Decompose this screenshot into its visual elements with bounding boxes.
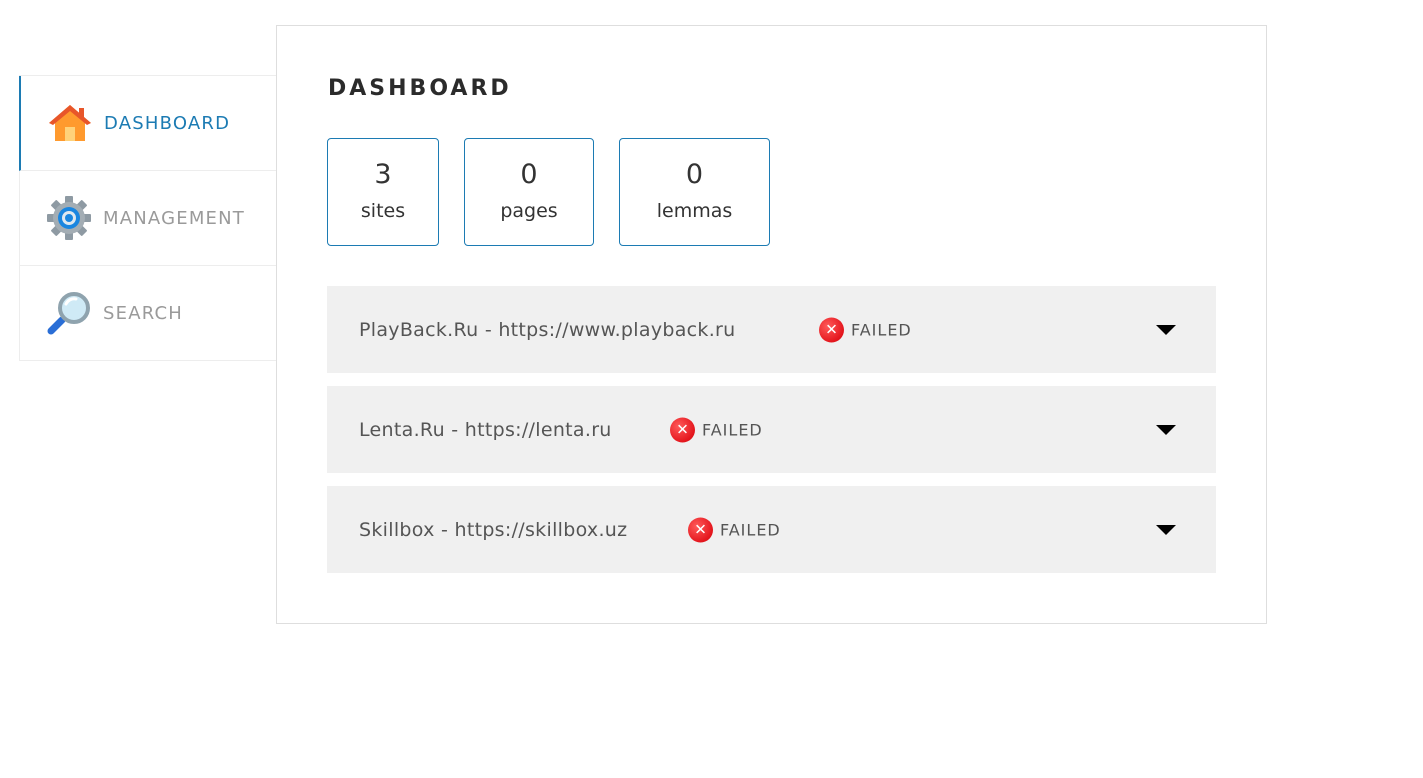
stat-value: 0 [685, 159, 704, 190]
sidebar-item-label: SEARCH [103, 302, 184, 324]
status-badge: ✕ FAILED [688, 517, 781, 542]
chevron-down-icon[interactable] [1156, 424, 1176, 435]
sidebar-nav: DASHBOARD MANAGEMENT SEARCH [19, 75, 276, 361]
status-badge: ✕ FAILED [819, 317, 912, 342]
failed-icon: ✕ [688, 517, 713, 542]
stat-label: lemmas [656, 200, 733, 222]
home-icon [47, 100, 93, 146]
magnifier-icon [46, 290, 92, 336]
stat-label: pages [500, 200, 558, 222]
site-row[interactable]: PlayBack.Ru - https://www.playback.ru ✕ … [327, 286, 1216, 373]
stat-card-pages: 0 pages [464, 138, 594, 246]
gear-icon [46, 195, 92, 241]
sidebar-item-management[interactable]: MANAGEMENT [19, 171, 276, 266]
status-text: FAILED [851, 320, 912, 339]
site-name: Skillbox - https://skillbox.uz [359, 518, 628, 541]
site-name: PlayBack.Ru - https://www.playback.ru [359, 318, 736, 341]
site-name: Lenta.Ru - https://lenta.ru [359, 418, 612, 441]
stat-value: 3 [374, 159, 392, 190]
chevron-down-icon[interactable] [1156, 524, 1176, 535]
stat-card-lemmas: 0 lemmas [619, 138, 770, 246]
sidebar-item-search[interactable]: SEARCH [19, 266, 276, 361]
site-row[interactable]: Skillbox - https://skillbox.uz ✕ FAILED [327, 486, 1216, 573]
stat-value: 0 [520, 159, 538, 190]
sidebar-item-dashboard[interactable]: DASHBOARD [19, 76, 276, 171]
stat-label: sites [360, 200, 406, 222]
status-text: FAILED [702, 420, 763, 439]
dashboard-panel: DASHBOARD 3 sites 0 pages 0 lemmas PlayB… [276, 25, 1267, 624]
failed-icon: ✕ [670, 417, 695, 442]
chevron-down-icon[interactable] [1156, 324, 1176, 335]
status-badge: ✕ FAILED [670, 417, 763, 442]
site-row[interactable]: Lenta.Ru - https://lenta.ru ✕ FAILED [327, 386, 1216, 473]
stat-card-sites: 3 sites [327, 138, 439, 246]
sidebar-item-label: MANAGEMENT [103, 207, 245, 229]
status-text: FAILED [720, 520, 781, 539]
page-title: DASHBOARD [328, 76, 512, 101]
failed-icon: ✕ [819, 317, 844, 342]
sidebar-item-label: DASHBOARD [104, 112, 231, 134]
